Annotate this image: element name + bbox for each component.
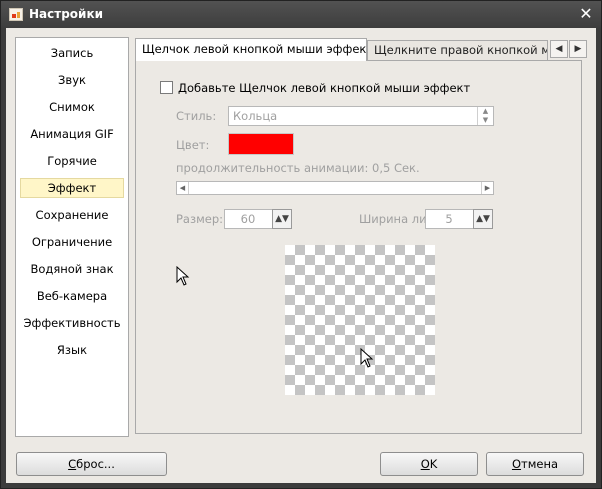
left-click-effect-panel: Добавьте Щелчок левой кнопкой мыши эффек…: [135, 60, 582, 434]
color-label: Цвет:: [176, 138, 210, 152]
sidebar-item-hotkeys[interactable]: Горячие клавиши: [20, 151, 124, 188]
mouse-cursor-icon: [360, 348, 374, 368]
ok-mnemonic: О: [420, 457, 430, 471]
ok-button[interactable]: ОK: [380, 452, 478, 476]
sidebar-item-record[interactable]: Запись: [20, 43, 124, 63]
color-swatch[interactable]: [228, 133, 294, 155]
reset-button[interactable]: Сброс...: [16, 452, 167, 476]
tab-left-click-effect[interactable]: Щелчок левой кнопкой мыши эффект: [135, 38, 367, 61]
mouse-cursor-icon: [176, 266, 190, 286]
updown-arrow-icon: ▲ ▼: [477, 107, 493, 125]
close-icon[interactable]: ✕: [577, 5, 595, 23]
app-icon: [9, 8, 23, 21]
duration-label: продолжительность анимации: 0,5 Сек.: [176, 161, 420, 175]
cancel-button[interactable]: Отмена: [486, 452, 584, 476]
ok-label: K: [429, 457, 438, 471]
scroll-left-icon[interactable]: ◀: [177, 182, 189, 194]
sidebar-item-language[interactable]: Язык: [20, 340, 124, 360]
settings-window: Настройки ✕ Запись Звук Снимок Анимация …: [0, 0, 602, 489]
reset-label: брос...: [76, 457, 115, 471]
duration-slider[interactable]: ◀ ▶: [176, 181, 494, 195]
spin-arrows-icon[interactable]: ▲▼: [473, 209, 493, 229]
line-width-label: Ширина ли: [359, 212, 427, 226]
sidebar-item-effect[interactable]: Эффект: [20, 178, 124, 198]
style-label: Стиль:: [176, 109, 217, 123]
effect-preview: [285, 245, 435, 395]
sidebar-item-watermark[interactable]: Водяной знак: [20, 259, 124, 279]
style-select[interactable]: Кольца ▲ ▼: [228, 106, 494, 126]
style-select-value: Кольца: [233, 109, 278, 123]
sidebar-item-gif[interactable]: Анимация GIF: [20, 124, 124, 144]
spin-arrows-icon[interactable]: ▲▼: [272, 209, 292, 229]
line-width-value: 5: [445, 212, 453, 226]
line-width-stepper[interactable]: 5 ▲▼: [425, 209, 493, 229]
cancel-mnemonic: О: [511, 457, 522, 471]
sidebar-item-sound[interactable]: Звук: [20, 70, 124, 90]
tab-right-click-effect[interactable]: Щелкните правой кнопкой мыш: [367, 40, 548, 60]
window-title: Настройки: [29, 7, 104, 21]
tab-strip: Щелчок левой кнопкой мыши эффект Щелкнит…: [135, 38, 588, 61]
reset-mnemonic: С: [68, 457, 77, 471]
sidebar-item-save[interactable]: Сохранение: [20, 205, 124, 225]
sidebar-item-performance[interactable]: Эффективность: [20, 313, 124, 333]
sidebar-item-limit[interactable]: Ограничение: [20, 232, 124, 252]
size-label: Размер:: [176, 212, 224, 226]
tab-scroll-left-icon[interactable]: ◀: [550, 40, 568, 58]
cancel-label: тмена: [521, 457, 559, 471]
tab-scroll-right-icon[interactable]: ▶: [569, 40, 587, 58]
enable-left-click-effect-checkbox[interactable]: [160, 81, 173, 94]
title-bar: Настройки ✕: [1, 1, 601, 28]
size-value: 60: [240, 212, 256, 226]
dialog-body: Запись Звук Снимок Анимация GIF Горячие …: [6, 28, 596, 483]
enable-left-click-effect-label: Добавьте Щелчок левой кнопкой мыши эффек…: [178, 81, 471, 95]
sidebar-item-webcam[interactable]: Веб-камера: [20, 286, 124, 306]
scroll-right-icon[interactable]: ▶: [481, 182, 493, 194]
sidebar-item-screenshot[interactable]: Снимок: [20, 97, 124, 117]
settings-category-list: Запись Звук Снимок Анимация GIF Горячие …: [15, 37, 129, 437]
size-stepper[interactable]: 60 ▲▼: [224, 209, 292, 229]
